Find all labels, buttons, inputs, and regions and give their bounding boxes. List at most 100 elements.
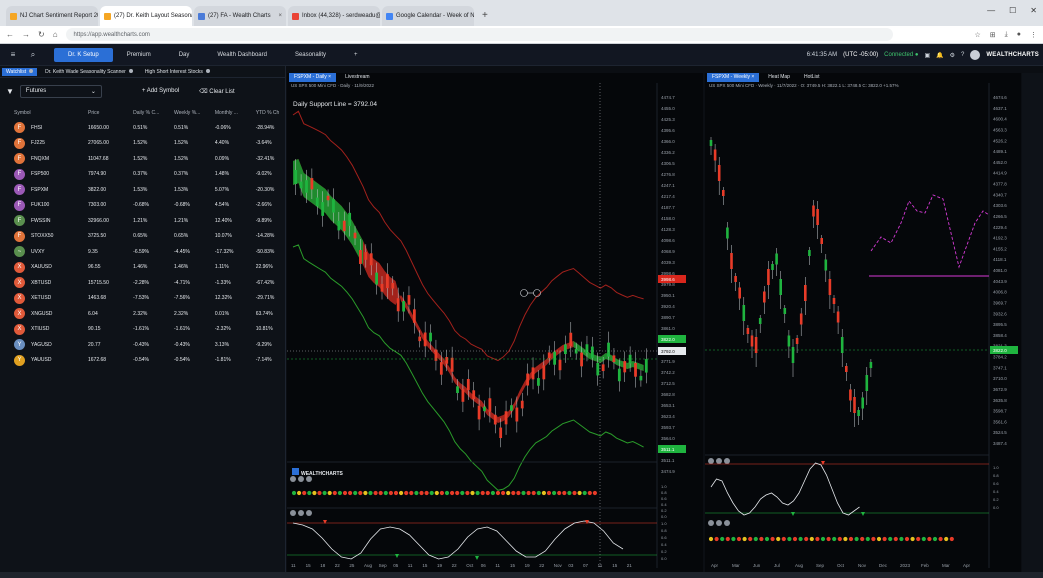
os-taskbar <box>0 572 1043 578</box>
add-layout-button[interactable]: + <box>340 52 372 58</box>
table-row[interactable]: ~ UVXY 9.35 -6.59% -4.45% -17.32% -50.83% <box>0 244 286 260</box>
date-axis-label: 22 <box>539 563 545 568</box>
profile-icon[interactable]: ● <box>1017 31 1021 39</box>
reload-icon[interactable]: ↻ <box>38 30 45 39</box>
change-cell: 0.65% <box>174 233 189 240</box>
help-icon[interactable]: ? <box>961 52 964 58</box>
layout-tab[interactable]: Premium <box>113 52 165 58</box>
close-icon[interactable]: × <box>750 74 754 80</box>
candle-body <box>742 305 746 321</box>
table-row[interactable]: X XTIUSD 90.15 -1.61% -1.61% -2.32% 10.81% <box>0 322 286 338</box>
chart-tab[interactable]: FSPXM - Daily × <box>289 73 337 82</box>
signal-dot <box>804 536 809 542</box>
candle-body <box>359 250 362 264</box>
column-header[interactable]: Symbol <box>0 106 86 120</box>
clear-list-button[interactable]: ⌫ Clear List <box>199 88 235 95</box>
indicator-control-icon <box>290 476 296 482</box>
column-header[interactable]: Monthly ... <box>213 106 254 120</box>
signal-dot <box>577 490 582 496</box>
price-axis-label: 4474.7 <box>661 95 675 100</box>
settings-gear-icon[interactable]: ⚙ <box>950 52 955 59</box>
minimize-icon[interactable]: — <box>987 6 995 15</box>
candle-body <box>758 318 762 324</box>
date-axis-label: Jun <box>753 563 761 568</box>
browser-tab[interactable]: NJ Chart Sentiment Report 202× <box>6 6 98 26</box>
price-axis-label: 4081.0 <box>993 268 1007 273</box>
save-icon[interactable]: ▣ <box>924 52 930 59</box>
table-row[interactable]: F FSP500 7974.90 0.37% 0.37% 1.48% -9.02% <box>0 167 286 183</box>
url-field[interactable]: https://app.wealthcharts.com <box>65 28 893 41</box>
table-row[interactable]: F STOXX50 3725.50 0.65% 0.65% 10.07% -14.28% <box>0 229 286 245</box>
close-icon[interactable]: ✕ <box>1030 6 1037 15</box>
hamburger-menu-icon[interactable]: ≡ <box>6 50 20 59</box>
table-row[interactable]: X XAUUSD 96.55 1.46% 1.46% 1.11% 22.96% <box>0 260 286 276</box>
candle-body <box>531 367 535 380</box>
price-axis-label: 4452.0 <box>993 160 1007 165</box>
date-axis-label: Nov <box>858 563 867 568</box>
add-symbol-button[interactable]: + Add Symbol <box>142 88 179 94</box>
back-icon[interactable]: ← <box>6 30 14 39</box>
browser-tab[interactable]: Inbox (44,328) - serdweadu@a× <box>288 6 380 26</box>
maximize-icon[interactable]: ☐ <box>1009 6 1016 15</box>
signal-dot <box>455 490 460 496</box>
download-icon[interactable]: ⤓ <box>1005 31 1008 39</box>
table-row[interactable]: F FUK100 7303.00 -0.68% -0.68% 4.54% -2.66% <box>0 198 286 214</box>
watchlist-subtab[interactable]: High Short Interest Stocks <box>141 68 214 76</box>
close-icon[interactable]: × <box>327 74 331 80</box>
extensions-icon[interactable]: ⊞ <box>990 31 996 39</box>
chart-tab[interactable]: Heat Map <box>763 73 795 82</box>
table-row[interactable]: F FNQXM 11047.68 1.52% 1.52% 0.09% -32.41% <box>0 151 286 167</box>
forward-icon[interactable]: → <box>22 30 30 39</box>
watchlist-subtab[interactable]: Watchlist <box>2 67 38 76</box>
alerts-icon[interactable]: 🔔 <box>936 52 943 59</box>
table-row[interactable]: Y YAUUSD 1672.68 -0.54% -0.54% -1.81% -7.14% <box>0 353 286 369</box>
change-cell: -32.41% <box>255 155 275 162</box>
table-row[interactable]: X XNGUSD 6.04 2.32% 2.32% 0.01% 63.74% <box>0 306 286 322</box>
menu-dots-icon[interactable]: ⋮ <box>1030 31 1037 39</box>
layout-tab[interactable]: Wealth Dashboard <box>203 52 281 58</box>
watchlist-panel: Watchlist Dr. Keith Wade Seasonality Scan… <box>0 66 286 572</box>
new-tab-button[interactable]: + <box>476 6 494 26</box>
browser-tab[interactable]: (27) FA - Wealth Charts × <box>194 6 286 26</box>
signal-dot <box>358 490 363 496</box>
date-axis-label: Apr <box>963 563 971 568</box>
browser-tab[interactable]: (27) Dr. Keith Layout Seasonal× <box>100 6 192 26</box>
candle-body <box>580 352 583 367</box>
candle-body <box>547 352 551 359</box>
column-header[interactable]: YTD % Ch <box>254 106 286 120</box>
weekly-chart-canvas[interactable]: 4674.6 4637.1 4600.4 4563.3 4526.2 4489.1 4452… <box>705 83 1021 572</box>
column-header[interactable]: Daily % C... <box>131 106 172 120</box>
browser-tab[interactable]: Google Calendar - Week of No× <box>382 6 474 26</box>
layout-tab[interactable]: Seasonality <box>281 52 340 58</box>
table-row[interactable]: F FJ225 27065.00 1.52% 1.52% 4.40% -3.64% <box>0 136 286 152</box>
signal-dot <box>742 536 747 542</box>
table-row[interactable]: F FSPXM 3822.00 1.53% 1.53% 5.07% -20.30% <box>0 182 286 198</box>
tab-close-icon[interactable]: × <box>278 13 282 19</box>
signal-dot <box>888 536 893 542</box>
layout-tab[interactable]: Day <box>165 52 204 58</box>
column-header[interactable]: Price <box>86 106 131 120</box>
table-row[interactable]: X XBTUSD 15715.50 -2.28% -4.71% -1.33% -67.42% <box>0 275 286 291</box>
watchlist-select[interactable]: Futures ⌄ <box>19 84 102 98</box>
search-icon[interactable]: ⌕ <box>26 50 40 60</box>
chart-tab[interactable]: Livestream <box>340 73 374 82</box>
date-axis-label: Aug <box>795 563 804 568</box>
bookmark-star-icon[interactable]: ☆ <box>975 31 981 39</box>
browser-tab-bar: NJ Chart Sentiment Report 202×(27) Dr. K… <box>0 0 1043 26</box>
chart-tab[interactable]: FSPXM - Weekly × <box>707 73 760 82</box>
daily-chart-canvas[interactable]: 4474.7 4455.0 4425.3 4395.6 4366.0 4336.2 4306… <box>287 83 703 572</box>
table-row[interactable]: F FHSI 16650.00 0.51% 0.51% -0.06% -28.94% <box>0 120 286 136</box>
filter-icon[interactable]: ▼ <box>6 87 14 96</box>
home-icon[interactable]: ⌂ <box>53 30 58 39</box>
symbol-name: FUK100 <box>31 202 50 209</box>
layout-tab[interactable]: Dr. K Setup <box>54 47 113 62</box>
table-row[interactable]: X XETUSD 1463.68 -7.53% -7.56% 12.32% -29.71% <box>0 291 286 307</box>
table-row[interactable]: Y YAGUSD 20.77 -0.43% -0.43% 3.13% -9.29% <box>0 337 286 353</box>
table-row[interactable]: F FWSSIN 32966.00 1.21% 1.21% 12.40% -9.89% <box>0 213 286 229</box>
chart-tab[interactable]: HotList <box>799 73 825 82</box>
user-avatar[interactable] <box>970 50 981 60</box>
oscillator-axis-label: 0.6 <box>661 496 667 501</box>
price-axis-label: 3771.9 <box>661 359 675 364</box>
column-header[interactable]: Weekly %... <box>172 106 213 120</box>
watchlist-subtab[interactable]: Dr. Keith Wade Seasonality Scanner <box>41 68 137 76</box>
